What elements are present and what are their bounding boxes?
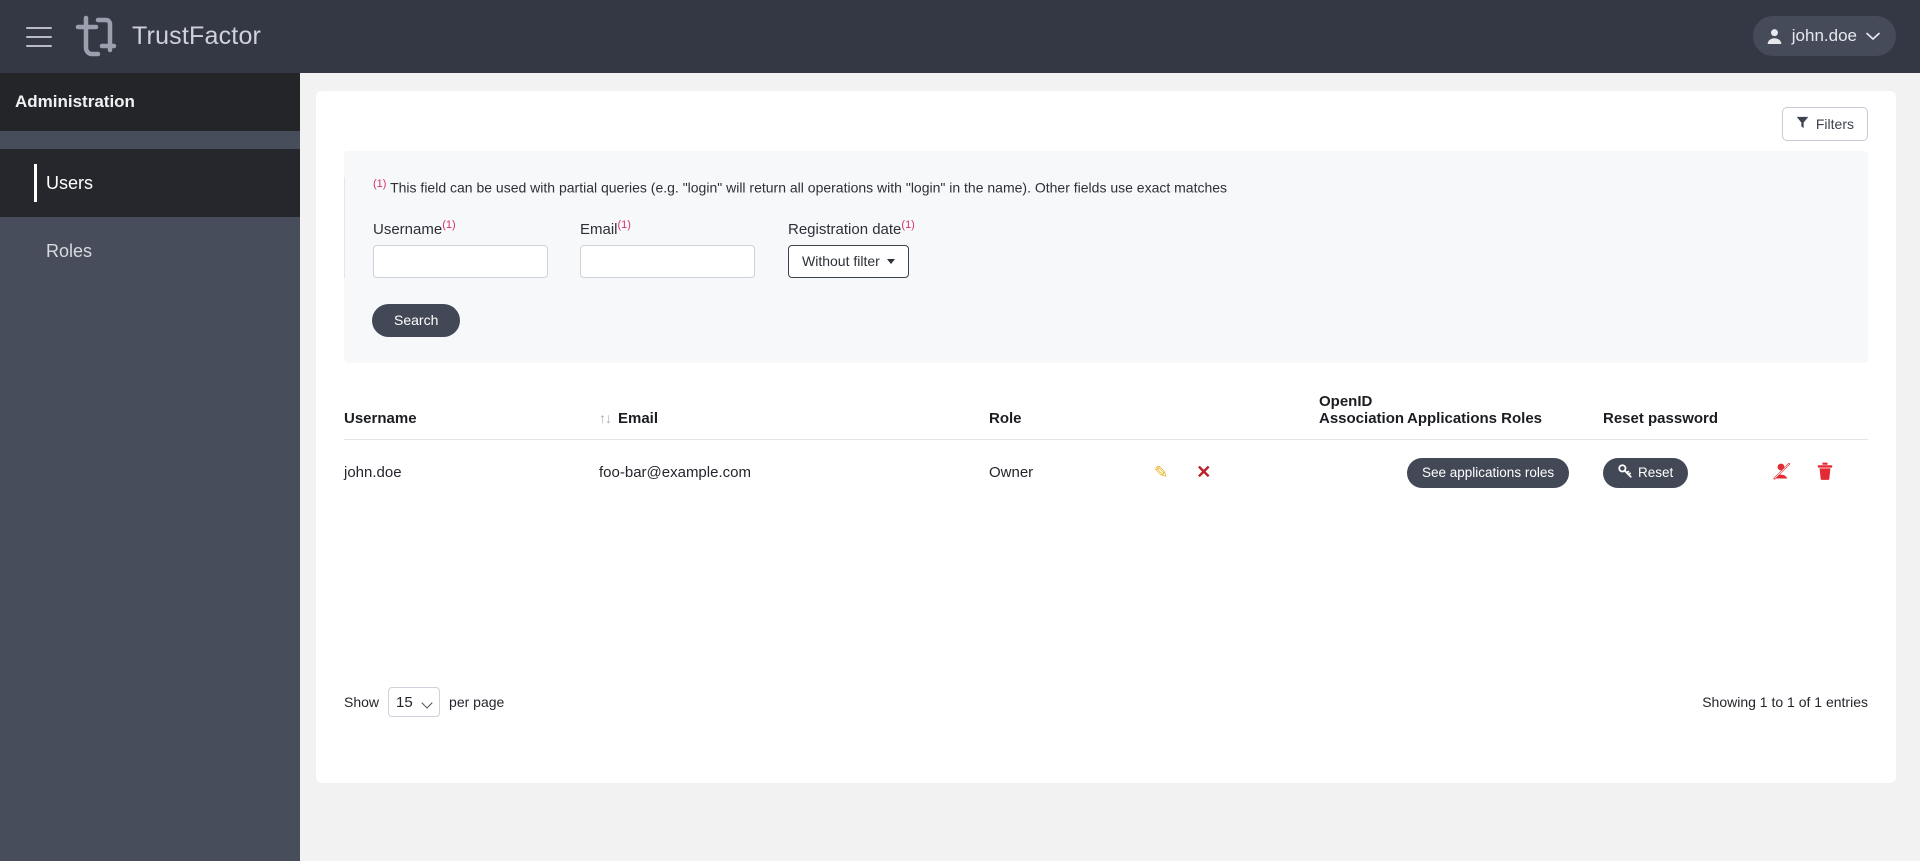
per-page-label: per page bbox=[449, 694, 505, 710]
trustfactor-logo-icon bbox=[74, 14, 118, 60]
user-menu-button[interactable]: john.doe bbox=[1752, 16, 1896, 56]
x-cross-icon[interactable]: ✕ bbox=[1196, 462, 1211, 482]
search-button[interactable]: Search bbox=[372, 303, 461, 337]
filter-help-note: (1) This field can be used with partial … bbox=[373, 177, 1868, 197]
username-marker: (1) bbox=[442, 218, 456, 231]
reset-password-button[interactable]: Reset bbox=[1603, 457, 1689, 488]
registration-date-selected: Without filter bbox=[802, 253, 880, 270]
filters-toggle-button[interactable]: Filters bbox=[1781, 107, 1868, 141]
column-header-role[interactable]: Role bbox=[989, 387, 1154, 440]
caret-down-icon bbox=[886, 258, 895, 264]
email-input[interactable] bbox=[580, 244, 755, 278]
filter-note-text: This field can be used with partial quer… bbox=[390, 179, 1228, 196]
column-header-openid-association: OpenID Association bbox=[1319, 387, 1407, 440]
funnel-filter-icon bbox=[1796, 116, 1809, 132]
cell-email: foo-bar@example.com bbox=[599, 464, 751, 482]
show-label: Show bbox=[344, 694, 380, 710]
cell-reset-password: Reset bbox=[1603, 439, 1773, 506]
chevron-down-icon bbox=[1866, 32, 1880, 41]
per-page-control: Show 15 per page bbox=[344, 687, 504, 717]
registration-date-dropdown[interactable]: Without filter bbox=[788, 244, 909, 278]
filter-field-email: Email(1) bbox=[580, 219, 755, 278]
main-content: Filters (1) This field can be used with … bbox=[300, 73, 1920, 861]
cell-openid-association bbox=[1319, 439, 1407, 506]
email-label-text: Email bbox=[580, 220, 618, 238]
cell-username: john.doe bbox=[344, 464, 402, 482]
openid-line-1: OpenID bbox=[1319, 392, 1373, 410]
column-header-reset-password: Reset password bbox=[1603, 409, 1719, 427]
sidebar-item-roles[interactable]: Roles bbox=[0, 217, 300, 285]
sidebar-divider bbox=[0, 131, 300, 149]
pencil-edit-icon[interactable]: ✎ bbox=[1154, 463, 1168, 482]
username-label-text: Username bbox=[373, 220, 443, 238]
cell-role: Owner bbox=[989, 464, 1034, 482]
filters-toggle-label: Filters bbox=[1815, 116, 1854, 132]
cell-applications-roles: See applications roles bbox=[1407, 439, 1603, 506]
sidebar-item-users[interactable]: Users bbox=[0, 149, 300, 217]
user-person-icon bbox=[1766, 28, 1783, 45]
cell-role-actions: ✎ ✕ bbox=[1154, 439, 1319, 506]
key-icon bbox=[1618, 464, 1632, 481]
sidebar: Administration Users Roles bbox=[0, 73, 300, 861]
reset-password-label: Reset bbox=[1638, 465, 1674, 481]
see-applications-roles-button[interactable]: See applications roles bbox=[1407, 457, 1570, 488]
column-header-actions bbox=[1773, 387, 1868, 440]
sort-updown-icon[interactable]: ↑↓ bbox=[599, 410, 612, 426]
registration-date-field-label: Registration date(1) bbox=[788, 219, 915, 238]
users-card: Filters (1) This field can be used with … bbox=[316, 91, 1896, 783]
registration-date-label-text: Registration date bbox=[788, 220, 902, 238]
table-footer: Show 15 per page Showing 1 to 1 of 1 ent… bbox=[344, 687, 1868, 717]
cell-row-actions bbox=[1773, 439, 1868, 506]
filter-field-registration-date: Registration date(1) Without filter bbox=[788, 219, 915, 278]
column-header-applications-roles: Applications Roles bbox=[1407, 409, 1543, 427]
registration-date-marker: (1) bbox=[901, 218, 915, 231]
table-header-row: Username ↑↓ Email Role OpenID Association… bbox=[344, 387, 1868, 440]
trash-delete-icon[interactable] bbox=[1817, 462, 1833, 484]
username-input[interactable] bbox=[373, 244, 548, 278]
email-marker: (1) bbox=[617, 218, 631, 231]
openid-line-2: Association bbox=[1319, 409, 1405, 427]
entries-summary: Showing 1 to 1 of 1 entries bbox=[1702, 694, 1868, 710]
username-field-label: Username(1) bbox=[373, 219, 548, 238]
sidebar-item-label: Users bbox=[46, 172, 94, 193]
column-header-role-actions bbox=[1154, 387, 1319, 440]
filter-field-username: Username(1) bbox=[373, 219, 548, 278]
email-field-label: Email(1) bbox=[580, 219, 755, 238]
user-menu-label: john.doe bbox=[1791, 26, 1857, 45]
per-page-select-wrap: 15 bbox=[388, 687, 441, 717]
table-row: john.doe foo-bar@example.com Owner ✎ ✕ Se… bbox=[344, 439, 1868, 506]
users-table-body: john.doe foo-bar@example.com Owner ✎ ✕ Se… bbox=[344, 439, 1868, 506]
per-page-select[interactable]: 15 bbox=[388, 687, 441, 717]
column-header-email[interactable]: ↑↓ Email bbox=[599, 387, 989, 440]
users-table: Username ↑↓ Email Role OpenID Association… bbox=[344, 387, 1868, 506]
column-header-email-label: Email bbox=[618, 409, 659, 427]
filter-panel: (1) This field can be used with partial … bbox=[344, 151, 1868, 363]
user-slash-icon[interactable] bbox=[1773, 462, 1791, 484]
users-table-head: Username ↑↓ Email Role OpenID Association… bbox=[344, 387, 1868, 440]
filter-note-marker: (1) bbox=[373, 178, 387, 190]
top-navbar: TrustFactor john.doe bbox=[0, 0, 1920, 73]
column-header-username[interactable]: Username bbox=[344, 387, 599, 440]
filter-fields-row: Username(1) Email(1) Registration date(1… bbox=[373, 219, 1868, 278]
brand-logo-link[interactable]: TrustFactor bbox=[74, 14, 261, 60]
brand-name: TrustFactor bbox=[132, 22, 262, 50]
sidebar-header: Administration bbox=[0, 73, 300, 131]
hamburger-menu-icon[interactable] bbox=[26, 26, 52, 47]
sidebar-item-label: Roles bbox=[46, 240, 93, 261]
